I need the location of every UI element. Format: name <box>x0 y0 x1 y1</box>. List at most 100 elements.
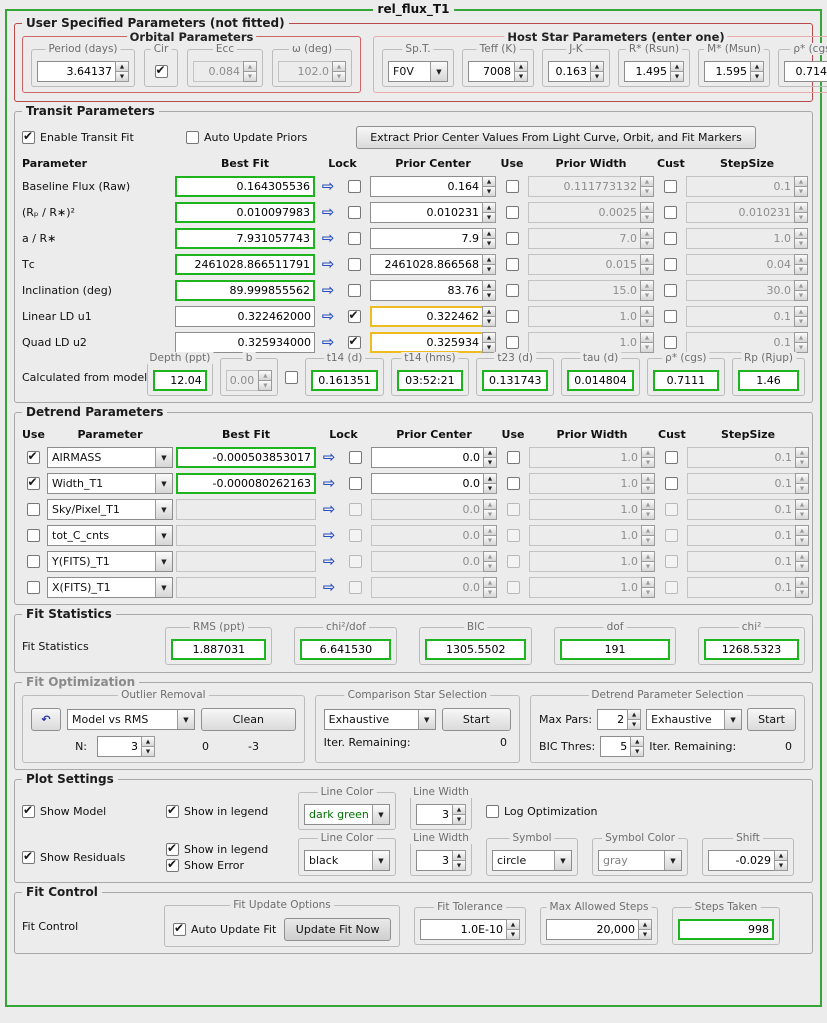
residual-line-color-combo[interactable]: black ▼ <box>304 850 390 871</box>
spin-up-icon[interactable]: ▲ <box>638 919 652 930</box>
copy-to-prior-arrow-icon[interactable]: ⇨ <box>318 309 338 324</box>
copy-to-prior-arrow-icon[interactable]: ⇨ <box>319 580 339 595</box>
spin-up-icon[interactable]: ▲ <box>115 61 129 72</box>
auto-update-priors[interactable]: Auto Update Priors <box>186 131 346 144</box>
use-detrend-checkbox[interactable] <box>26 555 40 568</box>
spin-down-icon[interactable]: ▼ <box>483 458 497 468</box>
teff-input[interactable] <box>468 61 514 82</box>
copy-to-prior-arrow-icon[interactable]: ⇨ <box>319 554 339 569</box>
prior-center-input[interactable] <box>370 254 482 275</box>
spin-down-icon[interactable]: ▼ <box>590 72 604 82</box>
show-residuals[interactable]: Show Residuals <box>22 849 152 864</box>
copy-to-prior-arrow-icon[interactable]: ⇨ <box>319 450 339 465</box>
detrend-param-combo[interactable]: Sky/Pixel_T1 ▼ <box>47 499 173 520</box>
cust-checkbox[interactable] <box>663 284 677 297</box>
spin-up-icon[interactable]: ▲ <box>750 61 764 72</box>
spin-up-icon[interactable]: ▲ <box>774 850 788 861</box>
b-lock-checkbox[interactable] <box>285 370 299 384</box>
lock-checkbox[interactable] <box>347 334 361 349</box>
use-prior-checkbox[interactable] <box>505 180 519 193</box>
spin-down-icon[interactable]: ▼ <box>750 72 764 82</box>
use-detrend-checkbox[interactable] <box>26 449 40 464</box>
symbol-combo[interactable]: circle ▼ <box>492 850 572 871</box>
max-pars-input[interactable] <box>597 709 628 730</box>
cust-checkbox[interactable] <box>663 310 677 323</box>
use-detrend-checkbox[interactable] <box>26 475 40 490</box>
lock-checkbox[interactable] <box>347 232 361 245</box>
detrend-param-combo[interactable]: tot_C_cnts ▼ <box>47 525 173 546</box>
log-optimization-checkbox[interactable] <box>486 804 499 818</box>
update-fit-now-button[interactable]: Update Fit Now <box>284 918 391 941</box>
bic-thres-input[interactable] <box>600 736 631 757</box>
auto-update-fit-checkbox[interactable] <box>173 921 186 936</box>
cust-checkbox[interactable] <box>663 258 677 271</box>
spin-down-icon[interactable]: ▼ <box>452 861 466 871</box>
max-steps-input[interactable] <box>546 919 638 940</box>
copy-to-prior-arrow-icon[interactable]: ⇨ <box>318 335 338 350</box>
detrend-param-combo[interactable]: Width_T1 ▼ <box>47 473 173 494</box>
period-input[interactable] <box>37 61 115 82</box>
lock-checkbox[interactable] <box>347 206 361 219</box>
spin-up-icon[interactable]: ▲ <box>482 280 496 291</box>
spin-down-icon[interactable]: ▼ <box>506 930 520 940</box>
spin-up-icon[interactable]: ▲ <box>452 850 466 861</box>
symbol-color-combo[interactable]: gray ▼ <box>598 850 682 871</box>
spin-down-icon[interactable]: ▼ <box>141 747 155 757</box>
show-in-legend-checkbox[interactable] <box>166 803 179 818</box>
use-prior-checkbox[interactable] <box>505 336 519 349</box>
cust-checkbox[interactable] <box>663 232 677 245</box>
use-prior-checkbox[interactable] <box>505 284 519 297</box>
show-in-legend-model[interactable]: Show in legend <box>166 803 284 818</box>
spin-up-icon[interactable]: ▲ <box>590 61 604 72</box>
copy-to-prior-arrow-icon[interactable]: ⇨ <box>319 502 339 517</box>
detrend-param-combo[interactable]: AIRMASS ▼ <box>47 447 173 468</box>
show-model[interactable]: Show Model <box>22 803 152 818</box>
use-prior-checkbox[interactable] <box>505 258 519 271</box>
clean-button[interactable]: Clean <box>201 708 296 731</box>
use-detrend-checkbox[interactable] <box>26 581 40 594</box>
lock-checkbox[interactable] <box>347 284 361 297</box>
use-detrend-checkbox[interactable] <box>26 529 40 542</box>
jk-input[interactable] <box>548 61 590 82</box>
lock-checkbox[interactable] <box>348 477 362 490</box>
detrend-param-combo[interactable]: Y(FITS)_T1 ▼ <box>47 551 173 572</box>
lock-checkbox[interactable] <box>347 180 361 193</box>
spt-combo[interactable]: F0V ▼ <box>388 61 448 82</box>
copy-to-prior-arrow-icon[interactable]: ⇨ <box>318 231 338 246</box>
spin-up-icon[interactable]: ▲ <box>627 709 642 720</box>
cust-checkbox[interactable] <box>663 180 677 193</box>
lock-checkbox[interactable] <box>348 451 362 464</box>
use-prior-checkbox[interactable] <box>506 477 520 490</box>
enable-transit-fit[interactable]: Enable Transit Fit <box>22 129 162 144</box>
enable-transit-checkbox[interactable] <box>22 129 35 144</box>
spin-up-icon[interactable]: ▲ <box>630 736 645 747</box>
prior-center-input[interactable] <box>370 176 482 197</box>
show-model-checkbox[interactable] <box>22 803 35 818</box>
prior-center-input[interactable] <box>370 228 482 249</box>
cust-checkbox[interactable] <box>664 451 678 464</box>
lock-checkbox[interactable] <box>347 308 361 323</box>
spin-up-icon[interactable]: ▲ <box>482 202 496 213</box>
lock-checkbox[interactable] <box>347 258 361 271</box>
detrend-start-button[interactable]: Start <box>747 708 796 731</box>
spin-up-icon[interactable]: ▲ <box>483 473 497 484</box>
spin-down-icon[interactable]: ▼ <box>627 720 642 730</box>
fit-tolerance-input[interactable] <box>420 919 506 940</box>
use-prior-checkbox[interactable] <box>505 232 519 245</box>
spin-up-icon[interactable]: ▲ <box>506 919 520 930</box>
rstar-input[interactable] <box>624 61 670 82</box>
spin-down-icon[interactable]: ▼ <box>115 72 129 82</box>
n-input[interactable] <box>97 736 141 757</box>
mstar-input[interactable] <box>704 61 750 82</box>
prior-center-input[interactable] <box>371 447 483 468</box>
copy-to-prior-arrow-icon[interactable]: ⇨ <box>319 476 339 491</box>
prior-center-input[interactable] <box>370 202 482 223</box>
spin-up-icon[interactable]: ▲ <box>482 306 496 317</box>
prior-center-input[interactable] <box>370 332 482 353</box>
use-prior-checkbox[interactable] <box>506 451 520 464</box>
cust-checkbox[interactable] <box>663 336 677 349</box>
copy-to-prior-arrow-icon[interactable]: ⇨ <box>318 283 338 298</box>
show-in-legend-residuals[interactable]: Show in legend <box>166 841 284 856</box>
model-line-width-input[interactable] <box>416 804 452 825</box>
spin-down-icon[interactable]: ▼ <box>483 484 497 494</box>
